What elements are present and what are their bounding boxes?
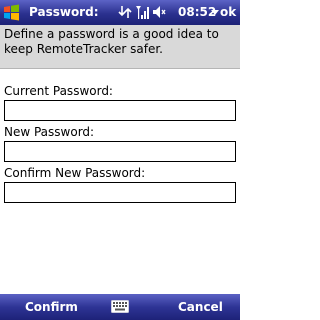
soft-key-bar: Confirm Cancel [0,294,240,320]
confirm-softkey[interactable]: Confirm [25,300,78,314]
description-text: Define a password is a good idea to keep… [0,25,240,69]
current-password-label: Current Password: [4,84,113,98]
status-icons[interactable] [118,4,166,20]
chevron-down-icon[interactable] [211,10,219,16]
window-title: Password: [29,5,99,19]
signal-icon [136,5,149,19]
windows-start-icon [4,4,19,21]
connectivity-icon [118,6,132,18]
keyboard-icon[interactable] [111,300,129,313]
new-password-field[interactable] [4,141,236,162]
ok-button[interactable]: ok [220,5,236,19]
cancel-softkey[interactable]: Cancel [178,300,223,314]
new-password-label: New Password: [4,125,95,139]
current-password-field[interactable] [4,100,236,121]
confirm-password-label: Confirm New Password: [4,166,146,180]
title-bar: Password: 08:52 ok [0,0,240,25]
volume-icon [153,6,166,18]
confirm-password-field[interactable] [4,182,236,203]
start-button[interactable] [1,2,23,23]
